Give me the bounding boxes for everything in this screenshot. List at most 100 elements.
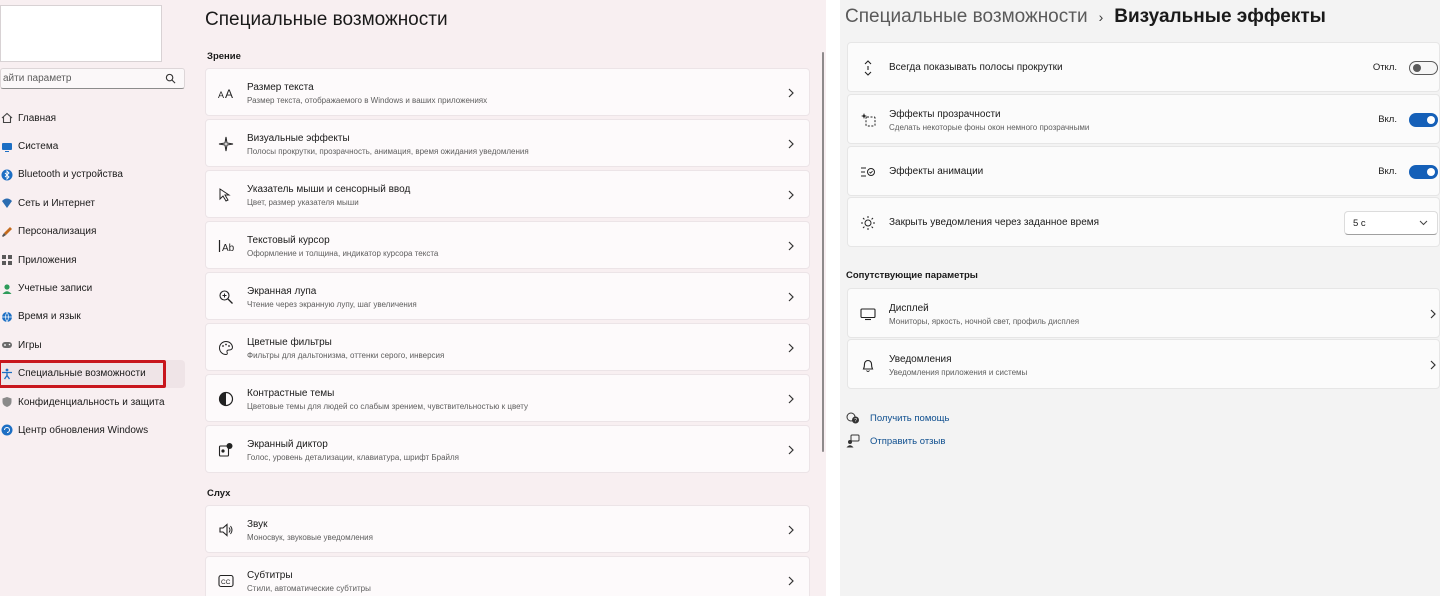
sidebar-item-home[interactable]: Главная	[0, 104, 185, 132]
sidebar-item-windows-update[interactable]: Центр обновления Windows	[0, 416, 185, 444]
card-title: Текстовый курсор	[247, 235, 330, 246]
get-help-link[interactable]: ? Получить помощь	[846, 411, 949, 425]
narrator-icon	[218, 442, 234, 458]
search-box[interactable]	[0, 68, 185, 89]
send-feedback-link[interactable]: Отправить отзыв	[846, 434, 945, 448]
user-profile-card[interactable]	[0, 5, 162, 62]
toggle-state-label: Откл.	[1372, 62, 1397, 73]
setting-title: Всегда показывать полосы прокрутки	[889, 62, 1063, 73]
timeout-dropdown[interactable]: 5 с	[1344, 211, 1438, 235]
section-label-vision: Зрение	[207, 51, 241, 62]
card-visual-effects[interactable]: Визуальные эффекты Полосы прокрутки, про…	[205, 119, 810, 167]
card-magnifier[interactable]: Экранная лупа Чтение через экранную лупу…	[205, 272, 810, 320]
sidebar-item-apps[interactable]: Приложения	[0, 246, 185, 274]
brightness-icon	[860, 215, 876, 231]
sidebar-item-label: Игры	[18, 339, 42, 351]
sidebar-item-label: Система	[18, 141, 59, 153]
breadcrumb-current: Визуальные эффекты	[1114, 6, 1326, 27]
search-input[interactable]	[3, 73, 161, 84]
toggle-switch-on[interactable]	[1409, 113, 1438, 127]
setting-animation-effects[interactable]: Эффекты анимации Вкл.	[847, 146, 1440, 196]
sidebar-item-label: Учетные записи	[18, 283, 93, 295]
sidebar-item-privacy[interactable]: Конфиденциальность и защита	[0, 388, 185, 416]
chevron-right-icon	[788, 445, 794, 455]
setting-dismiss-notifications[interactable]: Закрыть уведомления через заданное время…	[847, 197, 1440, 247]
sidebar-item-label: Конфиденциальность и защита	[18, 396, 165, 408]
toggle-switch-on[interactable]	[1409, 165, 1438, 179]
update-icon	[0, 423, 14, 437]
contrast-icon	[218, 391, 234, 407]
card-title: Экранная лупа	[247, 286, 317, 297]
card-title: Цветные фильтры	[247, 337, 332, 348]
sidebar: Главная Система Bluetooth и устройства С…	[0, 0, 195, 596]
sidebar-item-label: Сеть и Интернет	[18, 197, 96, 209]
setting-always-show-scrollbars[interactable]: Всегда показывать полосы прокрутки Откл.	[847, 42, 1440, 92]
sidebar-item-accounts[interactable]: Учетные записи	[0, 274, 185, 302]
related-settings-label: Сопутствующие параметры	[846, 270, 978, 281]
sidebar-item-gaming[interactable]: Игры	[0, 331, 185, 359]
gamepad-icon	[0, 338, 14, 352]
setting-title: Закрыть уведомления через заданное время	[889, 217, 1100, 228]
svg-text:?: ?	[854, 418, 857, 424]
setting-subtitle: Мониторы, яркость, ночной свет, профиль …	[889, 317, 1080, 326]
settings-window-left: Главная Система Bluetooth и устройства С…	[0, 0, 826, 596]
settings-window-right: Специальные возможности › Визуальные эфф…	[840, 0, 1440, 596]
setting-title: Уведомления	[889, 354, 952, 365]
card-contrast-themes[interactable]: Контрастные темы Цветовые темы для людей…	[205, 374, 810, 422]
scrollbar-thumb[interactable]	[822, 52, 824, 452]
card-mouse-pointer[interactable]: Указатель мыши и сенсорный ввод Цвет, ра…	[205, 170, 810, 218]
card-subtitle: Цветовые темы для людей со слабым зрение…	[247, 402, 529, 411]
text-size-icon: AA	[218, 85, 234, 101]
breadcrumb: Специальные возможности › Визуальные эфф…	[845, 6, 1326, 28]
page-title: Специальные возможности	[205, 9, 448, 30]
home-icon	[0, 111, 14, 125]
feedback-icon	[846, 434, 860, 448]
sidebar-item-bluetooth[interactable]: Bluetooth и устройства	[0, 161, 185, 189]
chevron-right-icon	[788, 241, 794, 251]
get-help-label: Получить помощь	[870, 412, 950, 424]
card-narrator[interactable]: Экранный диктор Голос, уровень детализац…	[205, 425, 810, 473]
sidebar-item-label: Центр обновления Windows	[18, 424, 149, 436]
brush-icon	[0, 225, 14, 239]
card-captions[interactable]: CC Субтитры Стили, автоматические субтит…	[205, 556, 810, 596]
transparency-icon	[860, 112, 876, 128]
toggle-knob	[1413, 64, 1421, 72]
mouse-pointer-icon	[218, 187, 234, 203]
svg-text:Ab: Ab	[222, 243, 234, 253]
card-subtitle: Размер текста, отображаемого в Windows и…	[247, 96, 488, 105]
toggle-switch-off[interactable]	[1409, 61, 1438, 75]
image-divider	[826, 0, 840, 596]
chevron-right-icon	[788, 139, 794, 149]
card-subtitle: Чтение через экранную лупу, шаг увеличен…	[247, 300, 417, 309]
main-content: Специальные возможности Зрение AA Размер…	[195, 0, 826, 596]
card-audio[interactable]: Звук Моносвук, звуковые уведомления	[205, 505, 810, 553]
network-icon	[0, 196, 14, 210]
bell-icon	[860, 357, 876, 373]
search-icon[interactable]	[165, 73, 176, 84]
card-title: Указатель мыши и сенсорный ввод	[247, 184, 411, 195]
related-notifications[interactable]: Уведомления Уведомления приложения и сис…	[847, 339, 1440, 389]
help-icon: ?	[846, 411, 860, 425]
captions-icon: CC	[218, 573, 234, 589]
breadcrumb-parent[interactable]: Специальные возможности	[845, 6, 1088, 28]
svg-text:CC: CC	[221, 579, 231, 586]
system-icon	[0, 140, 14, 154]
shield-icon	[0, 395, 14, 409]
card-text-size[interactable]: AA Размер текста Размер текста, отобража…	[205, 68, 810, 116]
sidebar-item-network[interactable]: Сеть и Интернет	[0, 189, 185, 217]
sidebar-item-label: Bluetooth и устройства	[18, 169, 123, 181]
card-title: Визуальные эффекты	[247, 133, 350, 144]
sidebar-item-system[interactable]: Система	[0, 132, 185, 160]
sidebar-item-label: Главная	[18, 112, 57, 124]
card-text-cursor[interactable]: Ab Текстовый курсор Оформление и толщина…	[205, 221, 810, 269]
magnifier-icon	[218, 289, 234, 305]
related-display[interactable]: Дисплей Мониторы, яркость, ночной свет, …	[847, 288, 1440, 338]
display-icon	[860, 306, 876, 322]
sidebar-item-personalization[interactable]: Персонализация	[0, 218, 185, 246]
sidebar-item-label: Персонализация	[18, 226, 97, 238]
setting-transparency-effects[interactable]: Эффекты прозрачности Сделать некоторые ф…	[847, 94, 1440, 144]
card-subtitle: Цвет, размер указателя мыши	[247, 198, 359, 207]
card-color-filters[interactable]: Цветные фильтры Фильтры для дальтонизма,…	[205, 323, 810, 371]
card-subtitle: Полосы прокрутки, прозрачность, анимация…	[247, 147, 529, 156]
sidebar-item-time-language[interactable]: Время и язык	[0, 303, 185, 331]
